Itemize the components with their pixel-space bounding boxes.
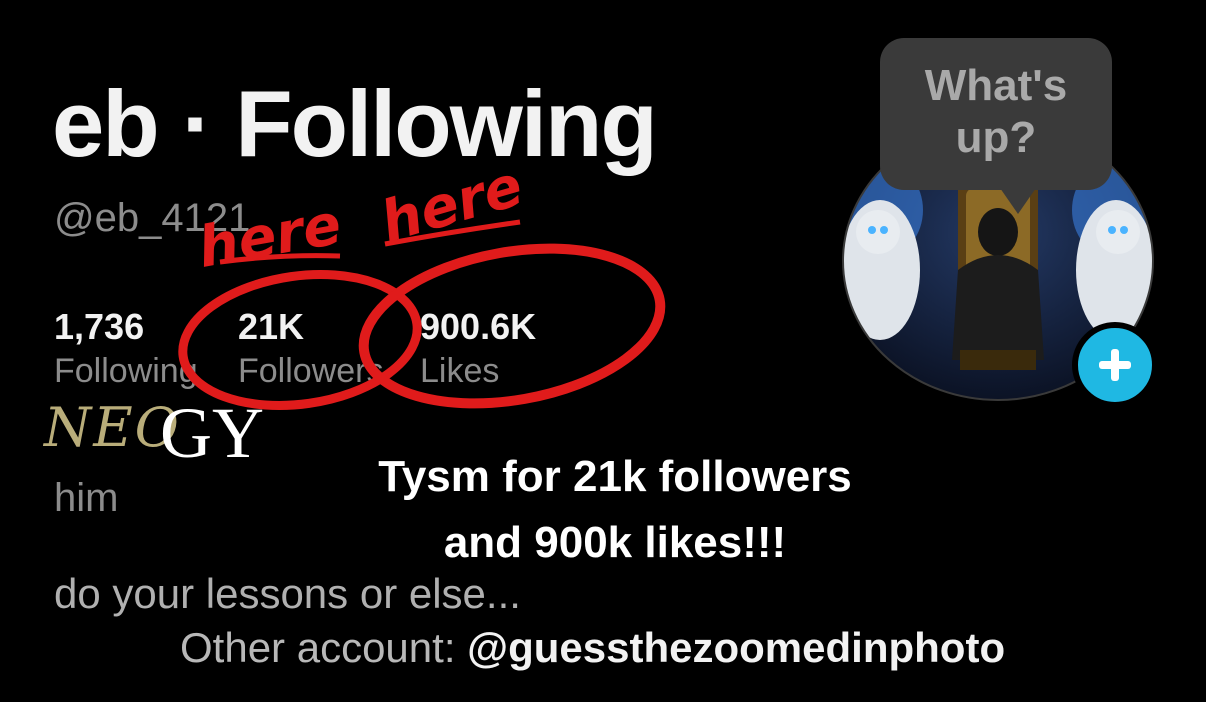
status-bubble[interactable]: What's up? [880, 38, 1112, 190]
bubble-tail [1000, 188, 1036, 214]
bubble-line-2: up? [955, 113, 1037, 162]
followers-circle [178, 270, 422, 410]
bubble-line-1: What's [924, 61, 1068, 110]
likes-circle [358, 243, 666, 409]
plus-icon [1099, 349, 1131, 381]
add-story-button[interactable] [1072, 322, 1158, 408]
